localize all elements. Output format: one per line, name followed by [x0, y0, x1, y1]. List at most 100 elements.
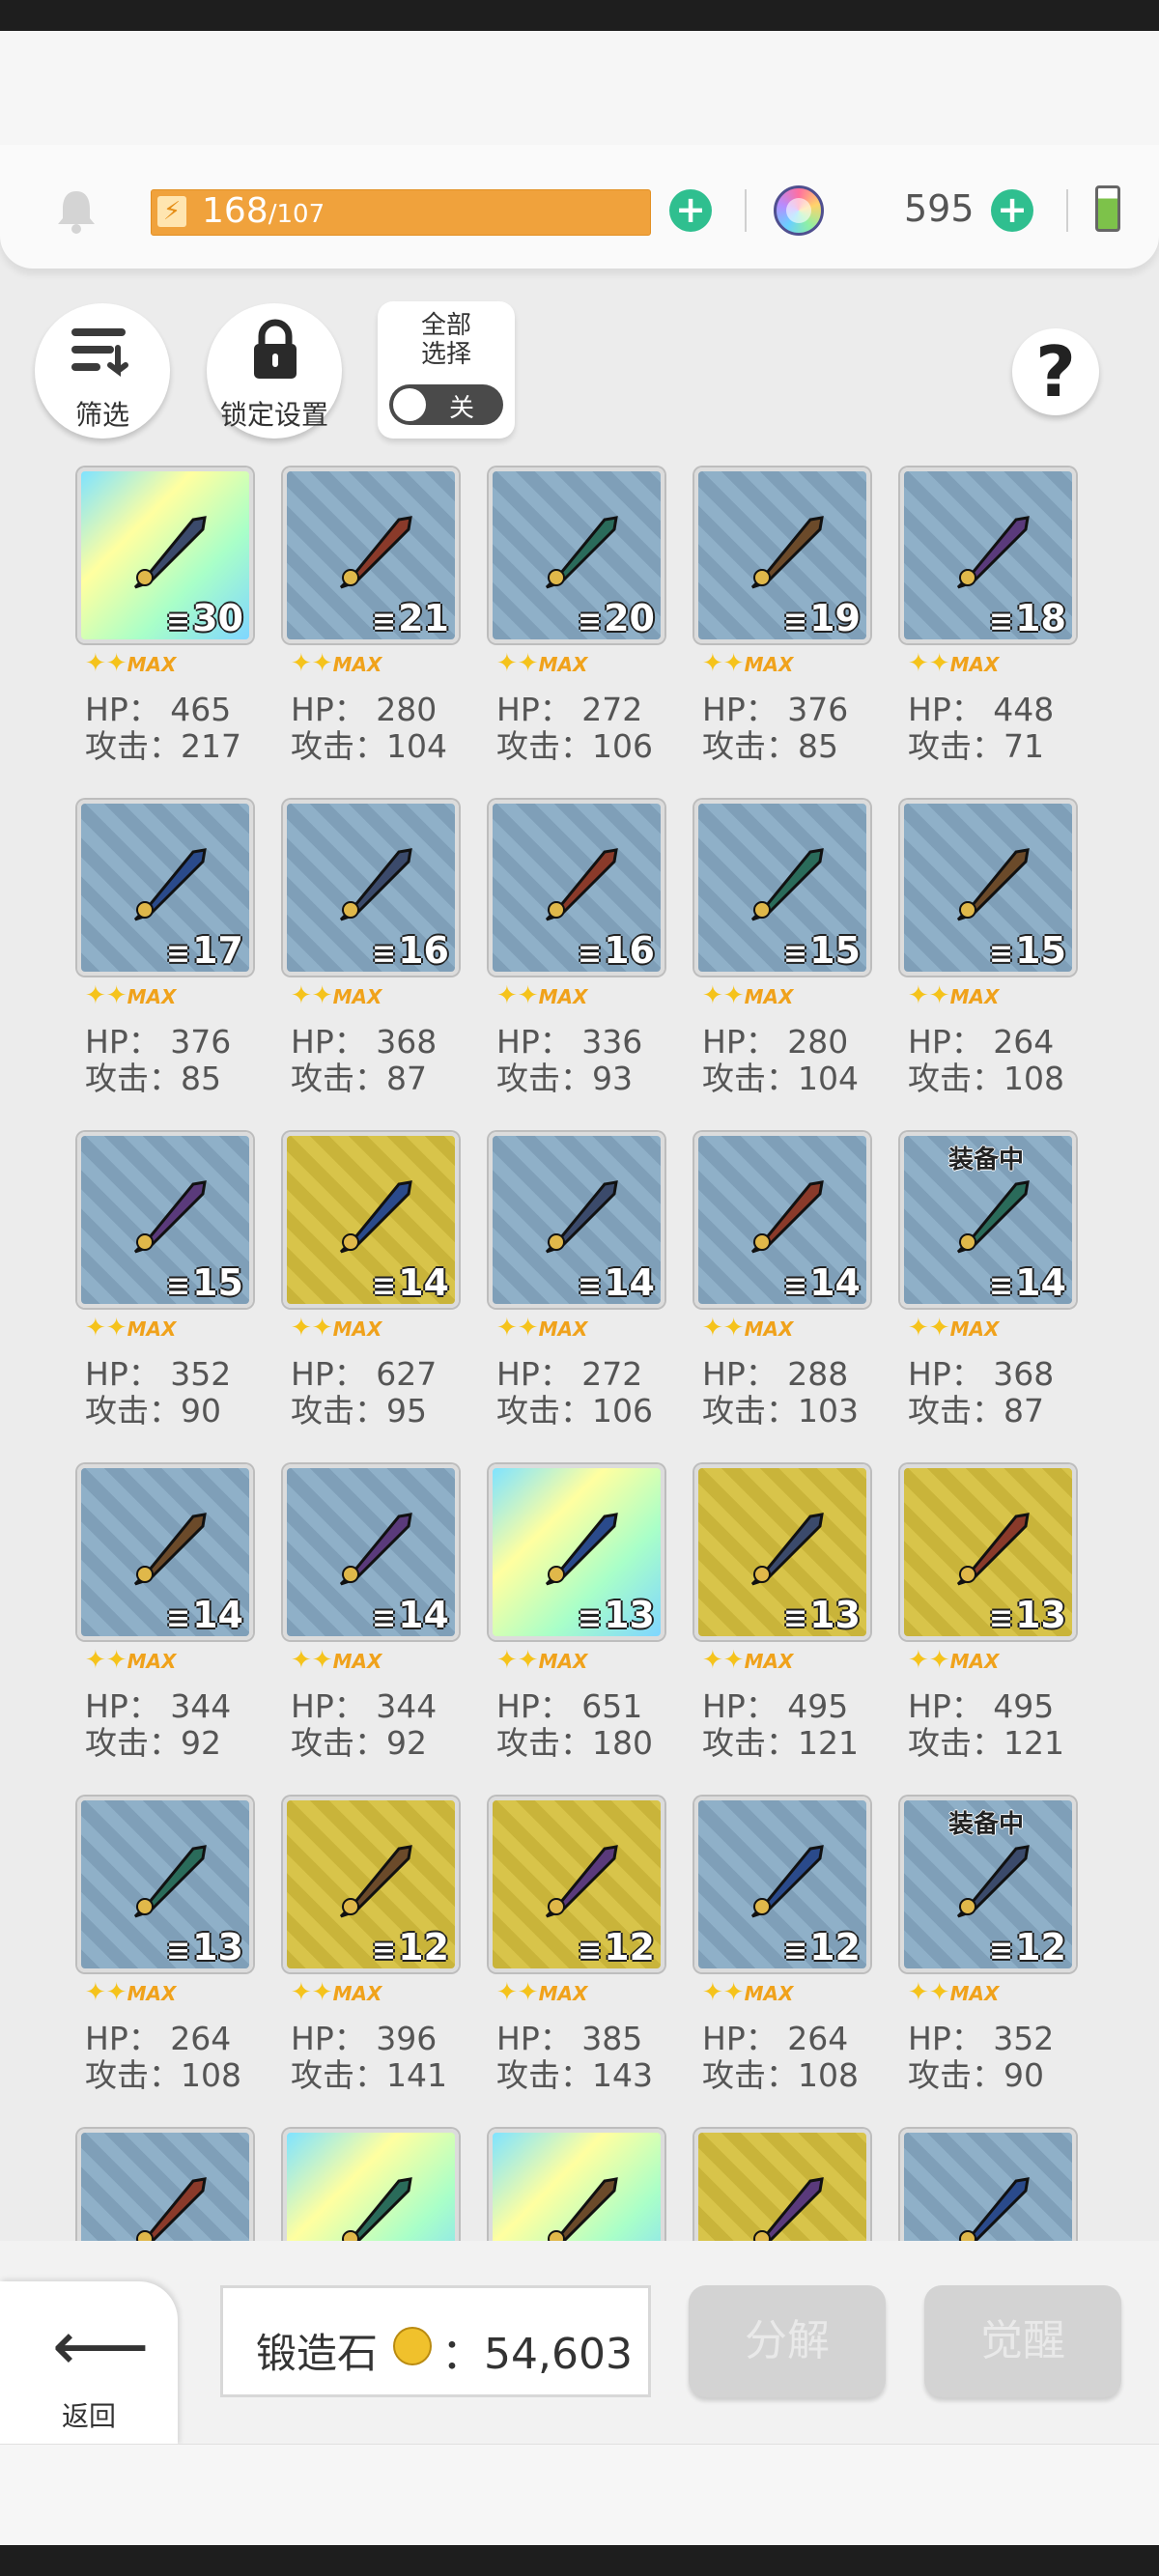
- item-card[interactable]: [823, 0, 1076, 2241]
- crossbow-icon: [339, 848, 412, 921]
- item-tile[interactable]: [900, 2129, 1076, 2241]
- item-count: 14: [578, 1261, 655, 1304]
- item-tile[interactable]: 15: [694, 800, 870, 976]
- bottom-strip: [0, 2444, 1159, 2546]
- back-label: 返回: [61, 2400, 116, 2432]
- item-attack: 攻击：106: [496, 727, 653, 765]
- item-tile[interactable]: 17: [77, 800, 253, 976]
- item-count: 16: [578, 929, 655, 972]
- item-attack: 攻击：87: [908, 1392, 1044, 1430]
- broadsword-icon: [342, 2177, 412, 2241]
- item-attack: 攻击：71: [908, 727, 1044, 765]
- green-orb-book-icon: [753, 2177, 824, 2241]
- item-tile[interactable]: 14: [283, 1464, 459, 1640]
- item-tile[interactable]: 12: [694, 1797, 870, 1972]
- item-card[interactable]: [0, 0, 253, 2241]
- item-tile[interactable]: 19: [694, 467, 870, 643]
- item-tile[interactable]: 15: [900, 800, 1076, 976]
- item-tile[interactable]: 14: [489, 1132, 664, 1308]
- item-attack: 攻击：103: [702, 1392, 859, 1430]
- item-tile[interactable]: 装备中 12: [900, 1797, 1076, 1972]
- item-tile[interactable]: 21: [283, 467, 459, 643]
- item-tile[interactable]: 16: [283, 800, 459, 976]
- halberd-icon: [545, 1845, 618, 1918]
- item-count: 21: [372, 597, 449, 639]
- pickaxe-icon: [959, 2177, 1030, 2241]
- item-stars: ✦✦MAX: [85, 981, 176, 1010]
- item-count: 15: [989, 929, 1066, 972]
- item-count: 12: [578, 1926, 655, 1968]
- item-tile[interactable]: 15: [77, 1132, 253, 1308]
- max-badge: MAX: [744, 1317, 794, 1341]
- item-tile[interactable]: 12: [283, 1797, 459, 1972]
- short-sword-icon: [545, 1180, 618, 1254]
- item-card[interactable]: [617, 0, 870, 2241]
- max-badge: MAX: [744, 985, 794, 1008]
- disassemble-button[interactable]: 分解: [689, 2285, 886, 2397]
- max-badge: MAX: [127, 985, 177, 1008]
- item-tile[interactable]: 16: [489, 800, 664, 976]
- item-tile[interactable]: [694, 2129, 870, 2241]
- back-button[interactable]: ⟵ 返回: [0, 2281, 178, 2446]
- item-stars: ✦✦MAX: [908, 1978, 999, 2007]
- gauntlet-icon: [545, 848, 618, 921]
- item-attack: 攻击：90: [908, 2056, 1044, 2094]
- item-tile[interactable]: 18: [900, 467, 1076, 643]
- max-badge: MAX: [538, 1650, 588, 1673]
- star-icons: ✦✦: [908, 1314, 950, 1343]
- max-badge: MAX: [949, 1317, 1000, 1341]
- item-tile[interactable]: 14: [77, 1464, 253, 1640]
- flame-sword-icon: [750, 1845, 824, 1918]
- item-stars: ✦✦MAX: [496, 1978, 587, 2007]
- max-badge: MAX: [538, 1317, 588, 1341]
- item-stars: ✦✦MAX: [85, 649, 176, 678]
- item-tile[interactable]: 20: [489, 467, 664, 643]
- red-book-icon: [956, 1180, 1030, 1254]
- item-tile[interactable]: 13: [489, 1464, 664, 1640]
- item-tile[interactable]: [283, 2129, 459, 2241]
- item-attack: 攻击：217: [85, 727, 241, 765]
- max-badge: MAX: [949, 1650, 1000, 1673]
- forge-stone-box: 锻造石 ：54,603: [220, 2285, 651, 2397]
- awaken-button[interactable]: 觉醒: [924, 2285, 1121, 2397]
- item-stars: ✦✦MAX: [908, 649, 999, 678]
- max-badge: MAX: [332, 1650, 382, 1673]
- item-count: 17: [166, 929, 243, 972]
- item-stars: ✦✦MAX: [85, 1314, 176, 1343]
- item-stars: ✦✦MAX: [496, 1314, 587, 1343]
- star-icons: ✦✦: [85, 981, 127, 1010]
- item-tile[interactable]: 14: [283, 1132, 459, 1308]
- crystal-icon: [339, 1180, 412, 1254]
- item-card[interactable]: [411, 0, 664, 2241]
- forge-stone-label: 锻造石: [256, 2330, 379, 2377]
- item-attack: 攻击：85: [85, 1060, 221, 1097]
- item-card[interactable]: [206, 0, 459, 2241]
- item-attack: 攻击：106: [496, 1392, 653, 1430]
- item-tile[interactable]: 13: [900, 1464, 1076, 1640]
- item-stars: ✦✦MAX: [496, 649, 587, 678]
- item-attack: 攻击：121: [908, 1724, 1064, 1762]
- item-count: 14: [372, 1594, 449, 1636]
- max-badge: MAX: [127, 1317, 177, 1341]
- item-count: 13: [166, 1926, 243, 1968]
- item-stars: ✦✦MAX: [291, 649, 382, 678]
- item-tile[interactable]: 13: [694, 1464, 870, 1640]
- item-tile[interactable]: [77, 2129, 253, 2241]
- item-tile[interactable]: 14: [694, 1132, 870, 1308]
- item-count: 30: [166, 597, 243, 639]
- item-tile[interactable]: 装备中 14: [900, 1132, 1076, 1308]
- max-badge: MAX: [332, 1317, 382, 1341]
- item-attack: 攻击：180: [496, 1724, 653, 1762]
- item-attack: 攻击：104: [291, 727, 447, 765]
- max-badge: MAX: [744, 1650, 794, 1673]
- max-badge: MAX: [332, 1982, 382, 2005]
- item-tile[interactable]: 30: [77, 467, 253, 643]
- item-stars: ✦✦MAX: [85, 1646, 176, 1675]
- star-icons: ✦✦: [702, 1646, 745, 1675]
- item-attack: 攻击：143: [496, 2056, 653, 2094]
- max-badge: MAX: [332, 985, 382, 1008]
- item-count: 18: [989, 597, 1066, 639]
- item-tile[interactable]: [489, 2129, 664, 2241]
- item-tile[interactable]: 13: [77, 1797, 253, 1972]
- item-tile[interactable]: 12: [489, 1797, 664, 1972]
